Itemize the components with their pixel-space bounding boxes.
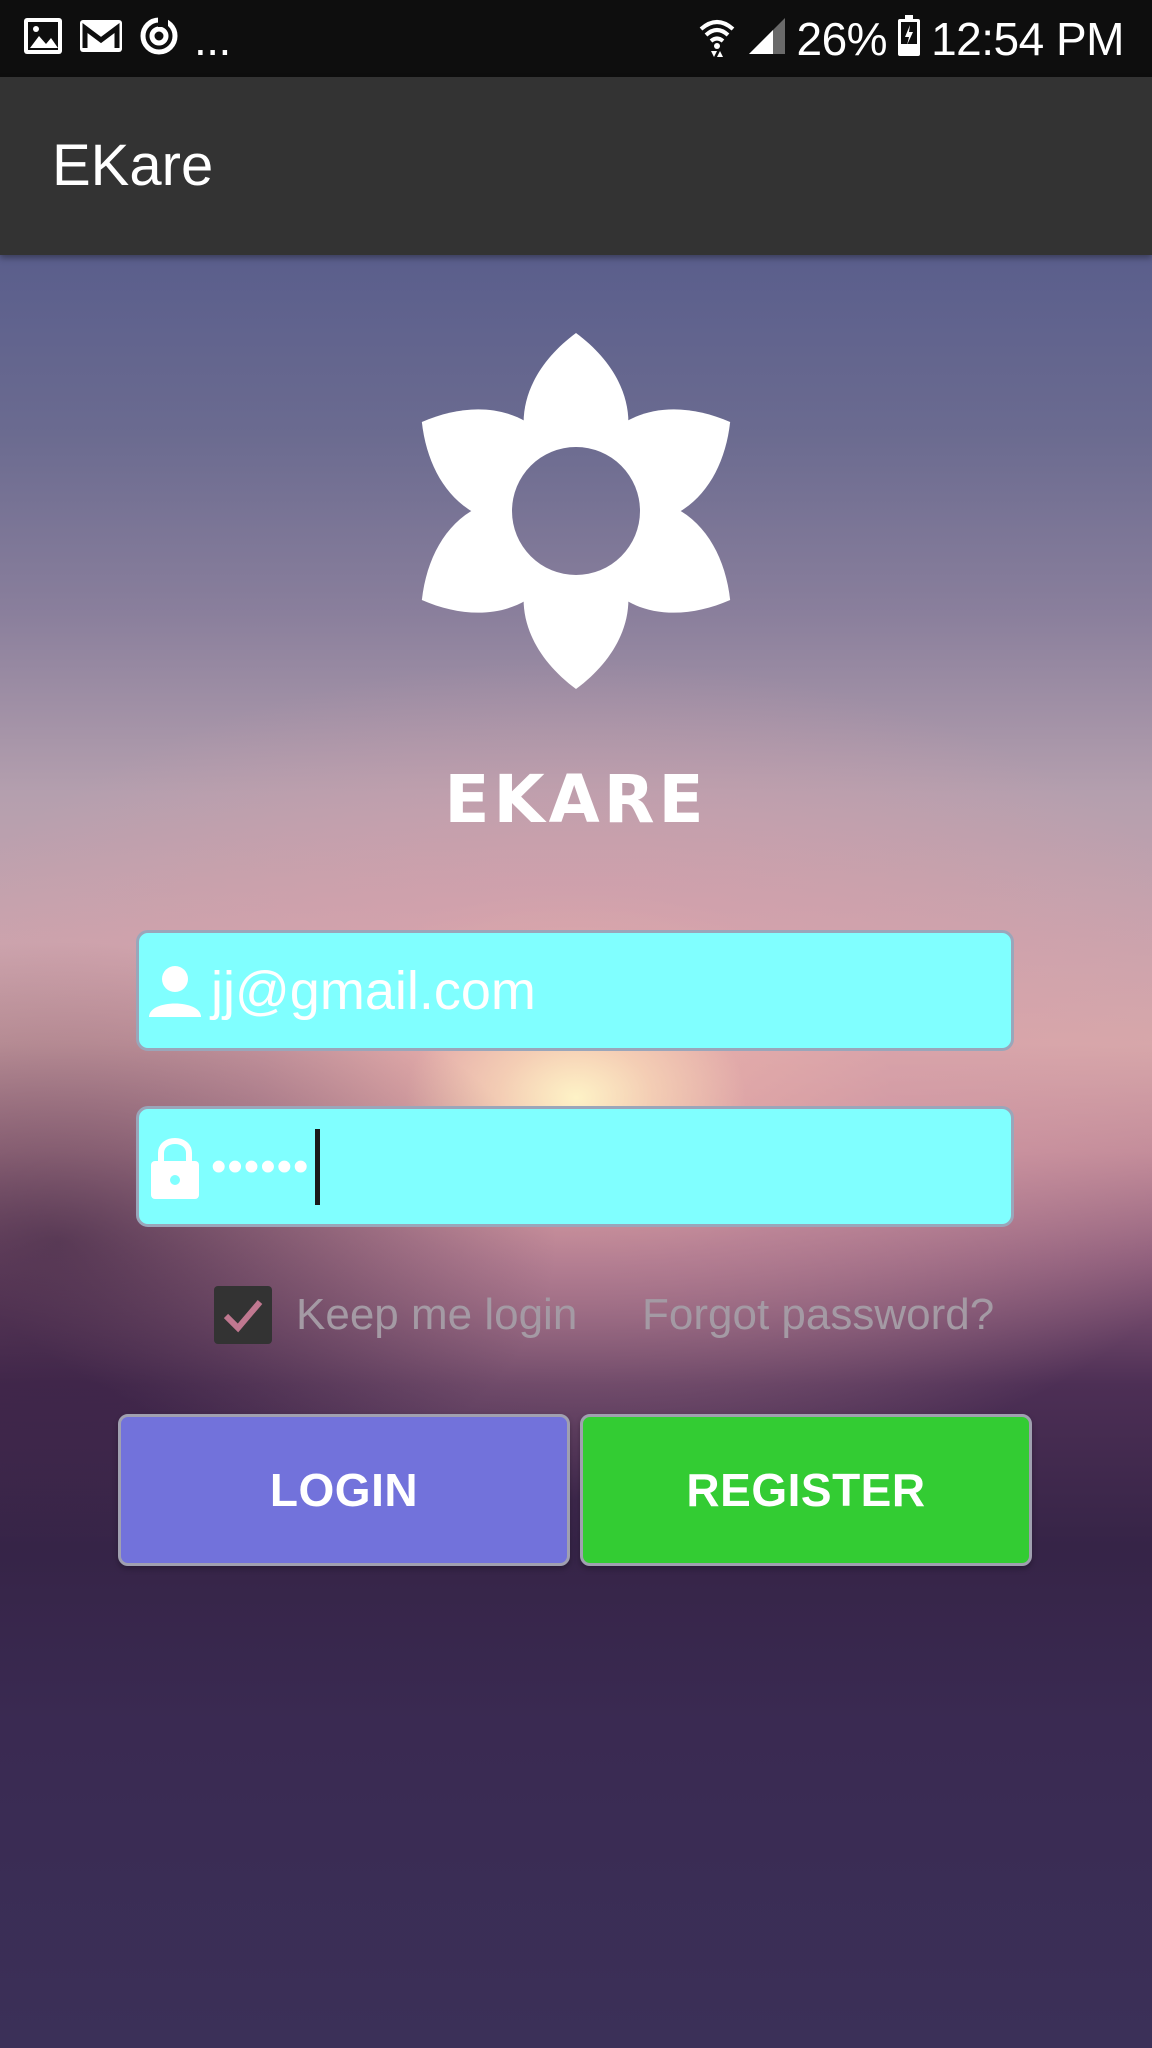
lock-icon: [147, 1109, 203, 1224]
status-overflow: ...: [194, 12, 231, 65]
password-input-area: ••••••: [211, 1109, 321, 1224]
email-field[interactable]: jj@gmail.com: [136, 930, 1014, 1051]
status-right-group: 26% 12:54 PM: [697, 0, 1124, 77]
email-value: jj@gmail.com: [211, 960, 536, 1021]
app-bar: EKare: [0, 77, 1152, 255]
text-caret: [315, 1128, 321, 1205]
app-title: EKare: [52, 133, 214, 198]
forgot-password-link[interactable]: Forgot password?: [642, 1286, 994, 1344]
register-button[interactable]: REGISTER: [580, 1414, 1032, 1566]
keep-login-label[interactable]: Keep me login: [296, 1286, 577, 1344]
battery-icon: [897, 15, 921, 62]
brand-name: EKARE: [444, 761, 708, 838]
login-screen: ... 26% 12:54 PM EKare EKARE jj@gmail.co…: [0, 0, 1152, 2048]
checkmark-icon: [223, 1300, 263, 1333]
status-left-group: ...: [22, 0, 231, 77]
password-value: ••••••: [211, 1141, 310, 1191]
flower-icon: [416, 330, 736, 692]
status-time: 12:54 PM: [931, 12, 1124, 65]
status-bar: ... 26% 12:54 PM: [0, 0, 1152, 77]
battery-percent: 26%: [796, 12, 888, 65]
password-field[interactable]: ••••••: [136, 1106, 1014, 1227]
login-button[interactable]: LOGIN: [118, 1414, 570, 1566]
gmail-icon: [78, 16, 124, 61]
wifi-icon: [697, 15, 737, 62]
user-icon: [147, 933, 203, 1048]
keep-login-checkbox[interactable]: [214, 1286, 272, 1344]
image-icon: [22, 16, 64, 61]
signal-icon: [747, 16, 787, 61]
sync-icon: [138, 15, 180, 62]
